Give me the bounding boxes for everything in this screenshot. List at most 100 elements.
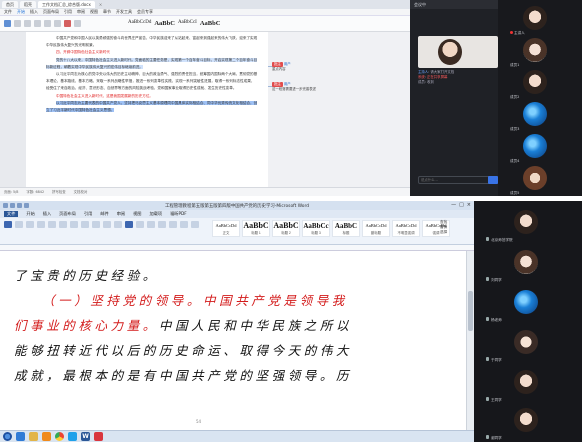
style-heading-3[interactable]: AaBbC — [200, 20, 221, 27]
tab-references[interactable]: 引用 — [84, 211, 92, 217]
menu-references[interactable]: 引用 — [64, 9, 72, 15]
wps-icon[interactable] — [94, 432, 103, 441]
tab-mailings[interactable]: 邮件 — [100, 211, 108, 217]
participant-tile[interactable]: 成员3 — [498, 98, 582, 133]
scroll-thumb[interactable] — [468, 291, 473, 331]
style-heading-2[interactable]: AaBbCcI — [178, 20, 197, 27]
align-right-icon[interactable] — [180, 221, 188, 228]
underline-icon[interactable] — [147, 221, 155, 228]
font-color-icon[interactable] — [64, 20, 71, 27]
menu-section[interactable]: 章节 — [103, 9, 111, 15]
show-marks-icon[interactable] — [114, 221, 122, 228]
proofread[interactable]: 文档校对 — [74, 188, 88, 196]
tab-layout[interactable]: 页面布局 — [59, 211, 76, 217]
shrink-font-icon[interactable] — [48, 221, 56, 228]
style-heading-1[interactable]: AaBbC 标题 1 — [242, 220, 270, 237]
start-icon[interactable] — [3, 432, 12, 441]
qq-icon[interactable] — [68, 432, 77, 441]
menu-review[interactable]: 审阅 — [77, 9, 85, 15]
tab-file[interactable]: 文件 — [4, 211, 19, 217]
spell-check[interactable]: 拼写检查 — [52, 188, 66, 196]
mic-icon — [486, 237, 489, 241]
tab-review[interactable]: 审阅 — [117, 211, 125, 217]
numbering-icon[interactable] — [81, 221, 89, 228]
menu-member[interactable]: 会员专享 — [137, 9, 153, 15]
participant-tile[interactable]: 王同学 — [474, 363, 582, 403]
grow-font-icon[interactable] — [37, 221, 45, 228]
close-icon[interactable]: × — [467, 202, 471, 208]
font-size-select[interactable] — [26, 221, 34, 228]
menu-layout[interactable]: 页面布局 — [43, 9, 59, 15]
wps-status-bar: 页面: 5/8 字数: 6842 拼写检查 文档校对 — [0, 187, 410, 196]
word-count[interactable]: 字数: 6842 — [26, 188, 44, 196]
sort-icon[interactable] — [103, 221, 111, 228]
participant-tile[interactable]: 杨老师 — [474, 283, 582, 323]
comment-card[interactable]: 批注 用户 这一段落需要进一步完善表述 — [272, 82, 346, 92]
copy-icon[interactable] — [24, 20, 31, 27]
participant-tile[interactable]: 谢同学 — [474, 401, 582, 441]
participant-tile[interactable]: 成员4 — [498, 130, 582, 165]
style-heading-3[interactable]: AaBbCc 标题 3 — [302, 220, 330, 237]
menu-developer[interactable]: 开发工具 — [116, 9, 132, 15]
document-page[interactable]: 中国共产党和中国人民以英勇顽强的奋斗向世界庄严宣告，中华民族迎来了从站起来、富起… — [26, 32, 268, 187]
vertical-scrollbar[interactable] — [466, 251, 474, 430]
media-player-icon[interactable] — [42, 432, 51, 441]
menu-home[interactable]: 开始 — [17, 9, 25, 15]
italic-icon[interactable] — [54, 20, 61, 27]
bold-icon[interactable] — [125, 221, 133, 228]
tab-docer[interactable]: 稻壳 — [20, 1, 36, 8]
word-icon[interactable]: W — [81, 432, 90, 441]
style-heading-2[interactable]: AaBbC 标题 2 — [272, 220, 300, 237]
comment-card[interactable]: 批注 用户 重点内容 — [272, 62, 346, 72]
document-page[interactable]: 了宝贵的历史经验。 （一）坚持党的领导。中国共产党是领导我 们事业的核心力量。中… — [0, 251, 466, 430]
align-center-icon[interactable] — [169, 221, 177, 228]
participant-tile[interactable]: 主讲人 — [498, 2, 582, 37]
tab-addins[interactable]: 加载项 — [150, 211, 163, 217]
indent-icon[interactable] — [92, 221, 100, 228]
format-painter-icon[interactable] — [34, 20, 41, 27]
cut-icon[interactable] — [14, 20, 21, 27]
style-normal[interactable]: AaBbCcDd — [128, 20, 151, 27]
style-subtitle[interactable]: AaBbCcDd 副标题 — [362, 220, 390, 237]
browser-icon[interactable] — [16, 432, 25, 441]
menu-view[interactable]: 视图 — [90, 9, 98, 15]
menu-insert[interactable]: 插入 — [30, 9, 38, 15]
tab-view[interactable]: 视图 — [133, 211, 141, 217]
maximize-icon[interactable]: □ — [459, 202, 464, 208]
minimize-icon[interactable]: — — [451, 202, 456, 208]
paste-icon[interactable] — [4, 221, 12, 228]
clear-format-icon[interactable] — [59, 221, 67, 228]
font-family-select[interactable] — [15, 221, 23, 228]
menu-file[interactable]: 文件 — [4, 9, 12, 15]
participant-tile[interactable]: 成员5 — [498, 162, 582, 196]
tab-home[interactable]: 首页 — [2, 1, 18, 8]
style-title[interactable]: AaBbC 标题 — [332, 220, 360, 237]
avatar — [514, 290, 538, 314]
bold-icon[interactable] — [44, 20, 51, 27]
participant-tile[interactable]: 成员1 — [498, 34, 582, 69]
page-count[interactable]: 页面: 5/8 — [4, 188, 18, 196]
select-button[interactable]: 选择 — [440, 230, 472, 235]
style-normal[interactable]: AaBbCcDd 正文 — [212, 220, 240, 237]
align-left-icon[interactable] — [158, 221, 166, 228]
send-button[interactable] — [488, 176, 498, 184]
tab-document[interactable]: 工作文档汇总_综合版.docx — [38, 1, 95, 8]
close-icon[interactable]: × — [97, 1, 104, 8]
align-icon[interactable] — [74, 20, 81, 27]
chrome-icon[interactable] — [55, 432, 64, 441]
folder-icon[interactable] — [29, 432, 38, 441]
chat-input[interactable]: 说点什么... — [418, 176, 498, 184]
participant-tile[interactable]: 北京师范学院 — [474, 203, 582, 243]
tab-foxit-pdf[interactable]: 福昕PDF — [170, 211, 187, 217]
bullets-icon[interactable] — [70, 221, 78, 228]
style-heading-1[interactable]: AaBbC — [154, 20, 175, 27]
italic-icon[interactable] — [136, 221, 144, 228]
line-spacing-icon[interactable] — [191, 221, 199, 228]
style-subtle-emphasis[interactable]: AaBbCcDd 不明显强调 — [392, 220, 420, 237]
tab-home[interactable]: 开始 — [26, 211, 34, 217]
participant-tile[interactable]: 刘同学 — [474, 243, 582, 283]
paste-icon[interactable] — [4, 20, 11, 27]
tab-insert[interactable]: 插入 — [43, 211, 51, 217]
participant-tile[interactable]: 于同学 — [474, 323, 582, 363]
participant-tile[interactable]: 成员2 — [498, 66, 582, 101]
